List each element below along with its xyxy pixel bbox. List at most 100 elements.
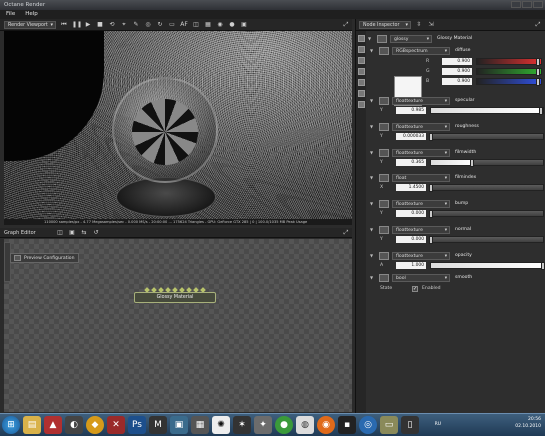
param-slider[interactable] xyxy=(430,262,545,270)
octane-icon[interactable]: ✺ xyxy=(212,416,230,434)
start-button-icon[interactable]: ⊞ xyxy=(2,416,20,434)
param-type-select[interactable]: floattexture xyxy=(392,96,450,105)
app-black-icon[interactable]: ▪ xyxy=(338,416,356,434)
diffuse-g-slider[interactable] xyxy=(476,68,542,76)
material-type-select[interactable]: glossy xyxy=(390,34,432,43)
pick-icon[interactable]: ✎ xyxy=(132,21,140,29)
param-type-select[interactable]: float xyxy=(392,173,450,182)
collapse-icon[interactable]: ▼ xyxy=(370,253,376,258)
stop-icon[interactable]: ■ xyxy=(96,21,104,29)
app-red-icon[interactable]: ▲ xyxy=(44,416,62,434)
param-value[interactable]: 1.4500 xyxy=(396,184,426,191)
app-globe-icon[interactable]: ◎ xyxy=(359,416,377,434)
tray-clock[interactable]: 20:56 02.10.2010 xyxy=(515,416,541,430)
slider-knob[interactable] xyxy=(429,210,433,218)
graph-reset-icon[interactable]: ↺ xyxy=(92,229,100,237)
sphere-icon[interactable]: ● xyxy=(228,21,236,29)
camera-icon[interactable]: ⌖ xyxy=(120,21,128,29)
collapse-icon[interactable]: ▼ xyxy=(370,201,376,206)
app-notes-icon[interactable]: ▭ xyxy=(380,416,398,434)
param-slider[interactable] xyxy=(430,159,544,167)
slider-knob[interactable] xyxy=(535,58,540,66)
menu-file[interactable]: File xyxy=(6,10,15,19)
maximize-graph-icon[interactable]: ⤢ xyxy=(342,229,350,237)
param-type-select[interactable]: floattexture xyxy=(392,251,450,260)
viewport-mode-select[interactable]: Render Viewport xyxy=(4,20,56,29)
app-star-icon[interactable]: ✶ xyxy=(233,416,251,434)
smooth-checkbox[interactable]: ✓ xyxy=(412,285,418,292)
preview-configuration-node[interactable]: Preview Configuration xyxy=(10,253,79,263)
param-type-select[interactable]: floattexture xyxy=(392,199,450,208)
diffuse-b-value[interactable]: 0.900 xyxy=(442,78,472,85)
param-type-select[interactable]: floattexture xyxy=(392,148,450,157)
tool-mesh-icon[interactable] xyxy=(357,57,365,64)
slider-knob[interactable] xyxy=(539,107,544,115)
collapse-icon[interactable]: ▼ xyxy=(370,124,376,129)
param-slider[interactable] xyxy=(429,133,544,141)
inspector-collapse-icon[interactable]: ⇲ xyxy=(427,21,435,29)
photoshop-icon[interactable]: Ps xyxy=(128,416,146,434)
pause-icon[interactable]: ❚❚ xyxy=(72,21,82,29)
menu-help[interactable]: Help xyxy=(25,10,38,19)
param-type-select[interactable]: floattexture xyxy=(392,122,450,131)
rewind-icon[interactable]: ⏮ xyxy=(60,21,68,29)
collapse-icon[interactable]: ▼ xyxy=(370,150,376,155)
collapse-icon[interactable]: ▼ xyxy=(370,275,376,280)
autofocus-icon[interactable]: AF xyxy=(180,21,188,29)
tool-camera-icon[interactable] xyxy=(357,68,365,75)
graph-zoom-icon[interactable]: ◫ xyxy=(56,229,64,237)
diffuse-b-slider[interactable] xyxy=(476,78,542,86)
render-viewport[interactable] xyxy=(4,31,352,219)
save-icon[interactable]: ▣ xyxy=(240,21,248,29)
inspector-expand-icon[interactable]: ⇳ xyxy=(415,21,423,29)
app-orange-icon[interactable]: ◆ xyxy=(86,416,104,434)
app-m-icon[interactable]: M xyxy=(149,416,167,434)
app-tool-icon[interactable]: ✦ xyxy=(254,416,272,434)
diffuse-r-value[interactable]: 0.900 xyxy=(442,58,472,65)
focus-icon[interactable]: ◎ xyxy=(144,21,152,29)
tool-environment-icon[interactable] xyxy=(357,79,365,86)
lock-icon[interactable]: ◫ xyxy=(192,21,200,29)
minimize-button[interactable] xyxy=(511,1,521,8)
slider-knob[interactable] xyxy=(469,159,474,167)
firefox-icon[interactable]: ◉ xyxy=(317,416,335,434)
param-slider[interactable] xyxy=(429,210,544,218)
app-grid-icon[interactable]: ▦ xyxy=(191,416,209,434)
param-value[interactable]: 0.365 xyxy=(396,159,426,166)
graph-save-icon[interactable]: ▣ xyxy=(68,229,76,237)
param-value[interactable]: 0.000 xyxy=(396,210,426,217)
grid-icon[interactable]: ▦ xyxy=(204,21,212,29)
collapse-icon[interactable]: ▼ xyxy=(370,48,376,53)
close-button[interactable] xyxy=(533,1,543,8)
app-green-icon[interactable]: ● xyxy=(275,416,293,434)
app-white-icon[interactable]: ◍ xyxy=(296,416,314,434)
tool-texture-icon[interactable] xyxy=(357,46,365,53)
tray-language[interactable]: RU xyxy=(435,422,441,427)
param-type-select[interactable]: RGBspectrum xyxy=(392,46,450,55)
node-inspector-select[interactable]: Node Inspector xyxy=(359,20,411,29)
tool-material-icon[interactable] xyxy=(357,35,365,42)
maximize-inspector-icon[interactable]: ⤢ xyxy=(534,21,542,29)
param-slider[interactable] xyxy=(430,107,544,115)
slider-knob[interactable] xyxy=(535,78,540,86)
param-value[interactable]: 0.000 xyxy=(396,236,426,243)
collapse-icon[interactable]: ▼ xyxy=(370,227,376,232)
param-type-select[interactable]: bool xyxy=(392,273,450,282)
param-type-select[interactable]: floattexture xyxy=(392,225,450,234)
slider-knob[interactable] xyxy=(535,68,540,76)
maximize-viewport-icon[interactable]: ⤢ xyxy=(342,21,350,29)
slider-knob[interactable] xyxy=(541,262,545,270)
circle-icon[interactable]: ◉ xyxy=(216,21,224,29)
app-blue-icon[interactable]: ▣ xyxy=(170,416,188,434)
glossy-material-node[interactable]: Glossy Material xyxy=(134,292,216,303)
refresh-icon[interactable]: ⟲ xyxy=(108,21,116,29)
rotate-icon[interactable]: ↻ xyxy=(156,21,164,29)
graph-arrange-icon[interactable]: ⇆ xyxy=(80,229,88,237)
param-value[interactable]: 0.985 xyxy=(396,107,426,114)
param-value[interactable]: 0.000033 xyxy=(396,133,426,140)
tool-kernel-icon[interactable] xyxy=(357,101,365,108)
tool-imager-icon[interactable] xyxy=(357,90,365,97)
app-grey-icon[interactable]: ◐ xyxy=(65,416,83,434)
folder-icon[interactable]: ▤ xyxy=(23,416,41,434)
diffuse-r-slider[interactable] xyxy=(476,58,542,66)
